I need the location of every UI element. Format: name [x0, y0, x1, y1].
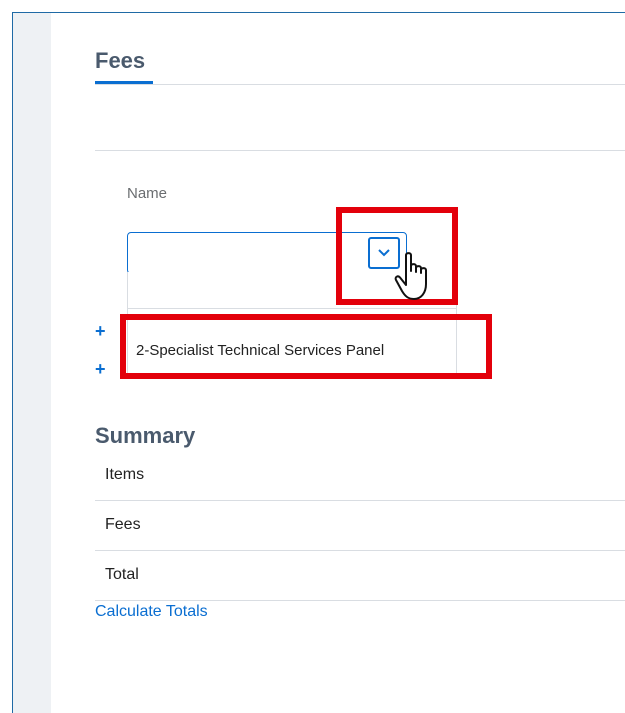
name-input[interactable]: [128, 233, 362, 273]
left-rail: [13, 13, 51, 713]
fees-section-title: Fees: [95, 48, 146, 73]
app-frame: Fees Name 2-Specialist Technical Service…: [12, 12, 625, 713]
summary-label-fees: Fees: [105, 516, 141, 533]
summary-row-total: Total: [95, 551, 625, 601]
summary-row-items: Items: [95, 451, 625, 501]
add-row-icon-2[interactable]: +: [95, 359, 106, 380]
summary-section-title: Summary: [95, 423, 196, 448]
section-divider: [95, 150, 625, 151]
add-row-icon[interactable]: +: [95, 321, 106, 342]
summary-row-fees: Fees: [95, 501, 625, 551]
hand-cursor-icon: [394, 252, 427, 300]
dropdown-separator: [128, 308, 456, 309]
highlight-box-option: [120, 314, 492, 379]
content-area: Fees Name 2-Specialist Technical Service…: [51, 13, 625, 713]
calculate-totals-link[interactable]: Calculate Totals: [95, 603, 208, 621]
name-label: Name: [127, 185, 168, 202]
fees-divider: [95, 84, 625, 85]
summary-label-items: Items: [105, 466, 145, 483]
summary-label-total: Total: [105, 566, 139, 583]
